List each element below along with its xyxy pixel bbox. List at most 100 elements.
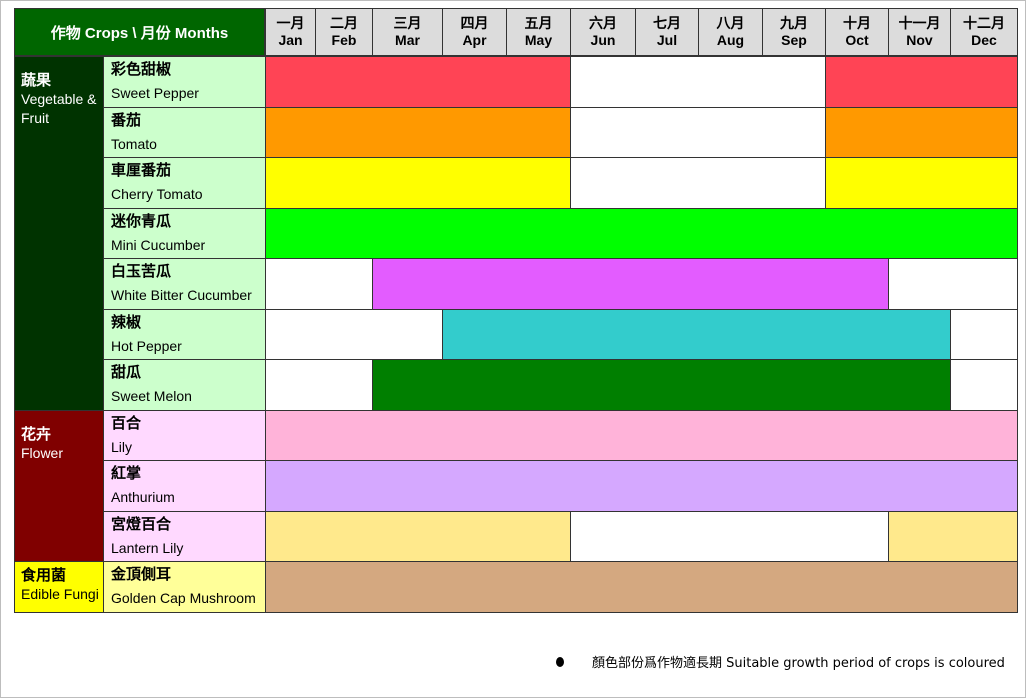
- crop-zh-label: 車厘番茄: [111, 162, 172, 179]
- month-header-dec: 十二月 Dec: [950, 8, 1018, 56]
- off-season-cell: [265, 359, 373, 411]
- category-zh-label: 食用菌: [21, 567, 67, 584]
- growth-period-bar: [265, 561, 1018, 613]
- bullet-icon: [556, 656, 564, 667]
- growth-period-bar: [825, 107, 1018, 158]
- month-header-sep: 九月 Sep: [762, 8, 826, 56]
- month-en-label: Oct: [845, 32, 869, 48]
- month-header-feb: 二月 Feb: [315, 8, 373, 56]
- crop-calendar-table: 作物 Crops \ 月份 Months 一月 Jan 二月 Feb 三月 Mar 四月 Ap…: [14, 8, 1018, 618]
- off-season-cell: [570, 56, 826, 108]
- table-header-title: 作物 Crops \ 月份 Months: [14, 8, 265, 56]
- crop-zh-label: 辣椒: [111, 314, 142, 331]
- growth-period-bar: [372, 258, 889, 310]
- crop-zh-label: 迷你青瓜: [111, 213, 172, 230]
- crop-zh-label: 百合: [111, 415, 142, 432]
- off-season-cell: [950, 359, 1018, 411]
- crop-zh-label: 白玉苦瓜: [111, 263, 172, 280]
- crop-name-hot-pepper: 辣椒 Hot Pepper: [103, 309, 266, 360]
- crop-zh-label: 番茄: [111, 112, 142, 129]
- growth-period-bar: [265, 511, 571, 562]
- footnote-text: 顏色部份爲作物適長期 Suitable growth period of cro…: [592, 656, 1005, 671]
- crop-name-lantern-lily: 宮燈百合 Lantern Lily: [103, 511, 266, 562]
- month-header-apr: 四月 Apr: [442, 8, 507, 56]
- crop-en-label: Sweet Pepper: [111, 85, 199, 101]
- growth-period-bar: [265, 56, 571, 108]
- crop-name-white-bitter-cucumber: 白玉苦瓜 White Bitter Cucumber: [103, 258, 266, 310]
- crop-en-label: Lily: [111, 439, 133, 455]
- month-header-nov: 十一月 Nov: [888, 8, 951, 56]
- crop-name-cherry-tomato: 車厘番茄 Cherry Tomato: [103, 157, 266, 209]
- crop-name-anthurium: 紅掌 Anthurium: [103, 460, 266, 512]
- crop-name-mini-cucumber: 迷你青瓜 Mini Cucumber: [103, 208, 266, 259]
- crop-en-label: Mini Cucumber: [111, 237, 206, 253]
- off-season-cell: [888, 258, 1018, 310]
- month-en-label: Aug: [716, 32, 745, 48]
- month-zh-label: 五月: [524, 15, 553, 31]
- category-flower: 花卉 Flower: [14, 410, 104, 562]
- crop-en-label: Lantern Lily: [111, 540, 184, 556]
- month-header-jan: 一月 Jan: [265, 8, 316, 56]
- month-header-oct: 十月 Oct: [825, 8, 889, 56]
- growth-period-bar: [825, 56, 1018, 108]
- crop-en-label: Hot Pepper: [111, 338, 182, 354]
- month-en-label: Jan: [278, 32, 303, 48]
- month-en-label: Nov: [906, 32, 933, 48]
- month-header-jun: 六月 Jun: [570, 8, 636, 56]
- crop-name-sweet-melon: 甜瓜 Sweet Melon: [103, 359, 266, 411]
- month-en-label: Feb: [331, 32, 357, 48]
- category-edible-fungi: 食用菌 Edible Fungi: [14, 561, 104, 613]
- month-zh-label: 十二月: [963, 15, 1005, 31]
- month-header-aug: 八月 Aug: [698, 8, 763, 56]
- off-season-cell: [570, 157, 826, 209]
- month-header-may: 五月 May: [506, 8, 571, 56]
- month-zh-label: 九月: [780, 15, 808, 31]
- category-en-label: Vegetable & Fruit: [21, 91, 97, 126]
- crop-zh-label: 紅掌: [111, 465, 142, 482]
- off-season-cell: [950, 309, 1018, 360]
- growth-period-bar: [265, 460, 1018, 512]
- category-zh-label: 蔬果: [21, 72, 52, 89]
- category-zh-label: 花卉: [21, 426, 52, 443]
- footnote: 顏色部份爲作物適長期 Suitable growth period of cro…: [556, 652, 1005, 671]
- off-season-cell: [570, 107, 826, 158]
- month-zh-label: 四月: [460, 15, 489, 31]
- crop-zh-label: 彩色甜椒: [111, 61, 172, 78]
- crop-en-label: Cherry Tomato: [111, 186, 203, 202]
- growth-period-bar: [888, 511, 1018, 562]
- month-en-label: Sep: [781, 32, 807, 48]
- month-zh-label: 三月: [393, 15, 422, 31]
- crop-en-label: White Bitter Cucumber: [111, 287, 252, 303]
- crop-en-label: Tomato: [111, 136, 157, 152]
- off-season-cell: [265, 258, 373, 310]
- crop-name-tomato: 番茄 Tomato: [103, 107, 266, 158]
- category-vegetable-fruit: 蔬果 Vegetable & Fruit: [14, 56, 104, 411]
- month-zh-label: 一月: [276, 15, 305, 31]
- crop-en-label: Anthurium: [111, 489, 175, 505]
- category-en-label: Flower: [21, 445, 64, 461]
- crop-en-label: Sweet Melon: [111, 388, 192, 404]
- growth-period-bar: [442, 309, 951, 360]
- crop-en-label: Golden Cap Mushroom: [111, 590, 256, 606]
- growth-period-bar: [265, 157, 571, 209]
- month-header-mar: 三月 Mar: [372, 8, 443, 56]
- month-en-label: May: [524, 32, 553, 48]
- growth-period-bar: [265, 107, 571, 158]
- off-season-cell: [265, 309, 443, 360]
- month-zh-label: 十月: [843, 15, 871, 31]
- month-en-label: Dec: [971, 32, 997, 48]
- month-zh-label: 八月: [716, 15, 745, 31]
- month-en-label: Jun: [590, 32, 616, 48]
- month-zh-label: 六月: [589, 15, 617, 31]
- month-zh-label: 二月: [330, 15, 358, 31]
- growth-period-bar: [372, 359, 951, 411]
- crop-zh-label: 金頂側耳: [111, 566, 172, 583]
- crop-name-golden-cap-mushroom: 金頂側耳 Golden Cap Mushroom: [103, 561, 266, 613]
- month-en-label: Mar: [395, 32, 420, 48]
- off-season-cell: [570, 511, 889, 562]
- growth-period-bar: [265, 208, 1018, 259]
- crop-name-sweet-pepper: 彩色甜椒 Sweet Pepper: [103, 56, 266, 108]
- month-header-jul: 七月 Jul: [635, 8, 699, 56]
- month-zh-label: 七月: [653, 15, 681, 31]
- month-en-label: Apr: [462, 32, 487, 48]
